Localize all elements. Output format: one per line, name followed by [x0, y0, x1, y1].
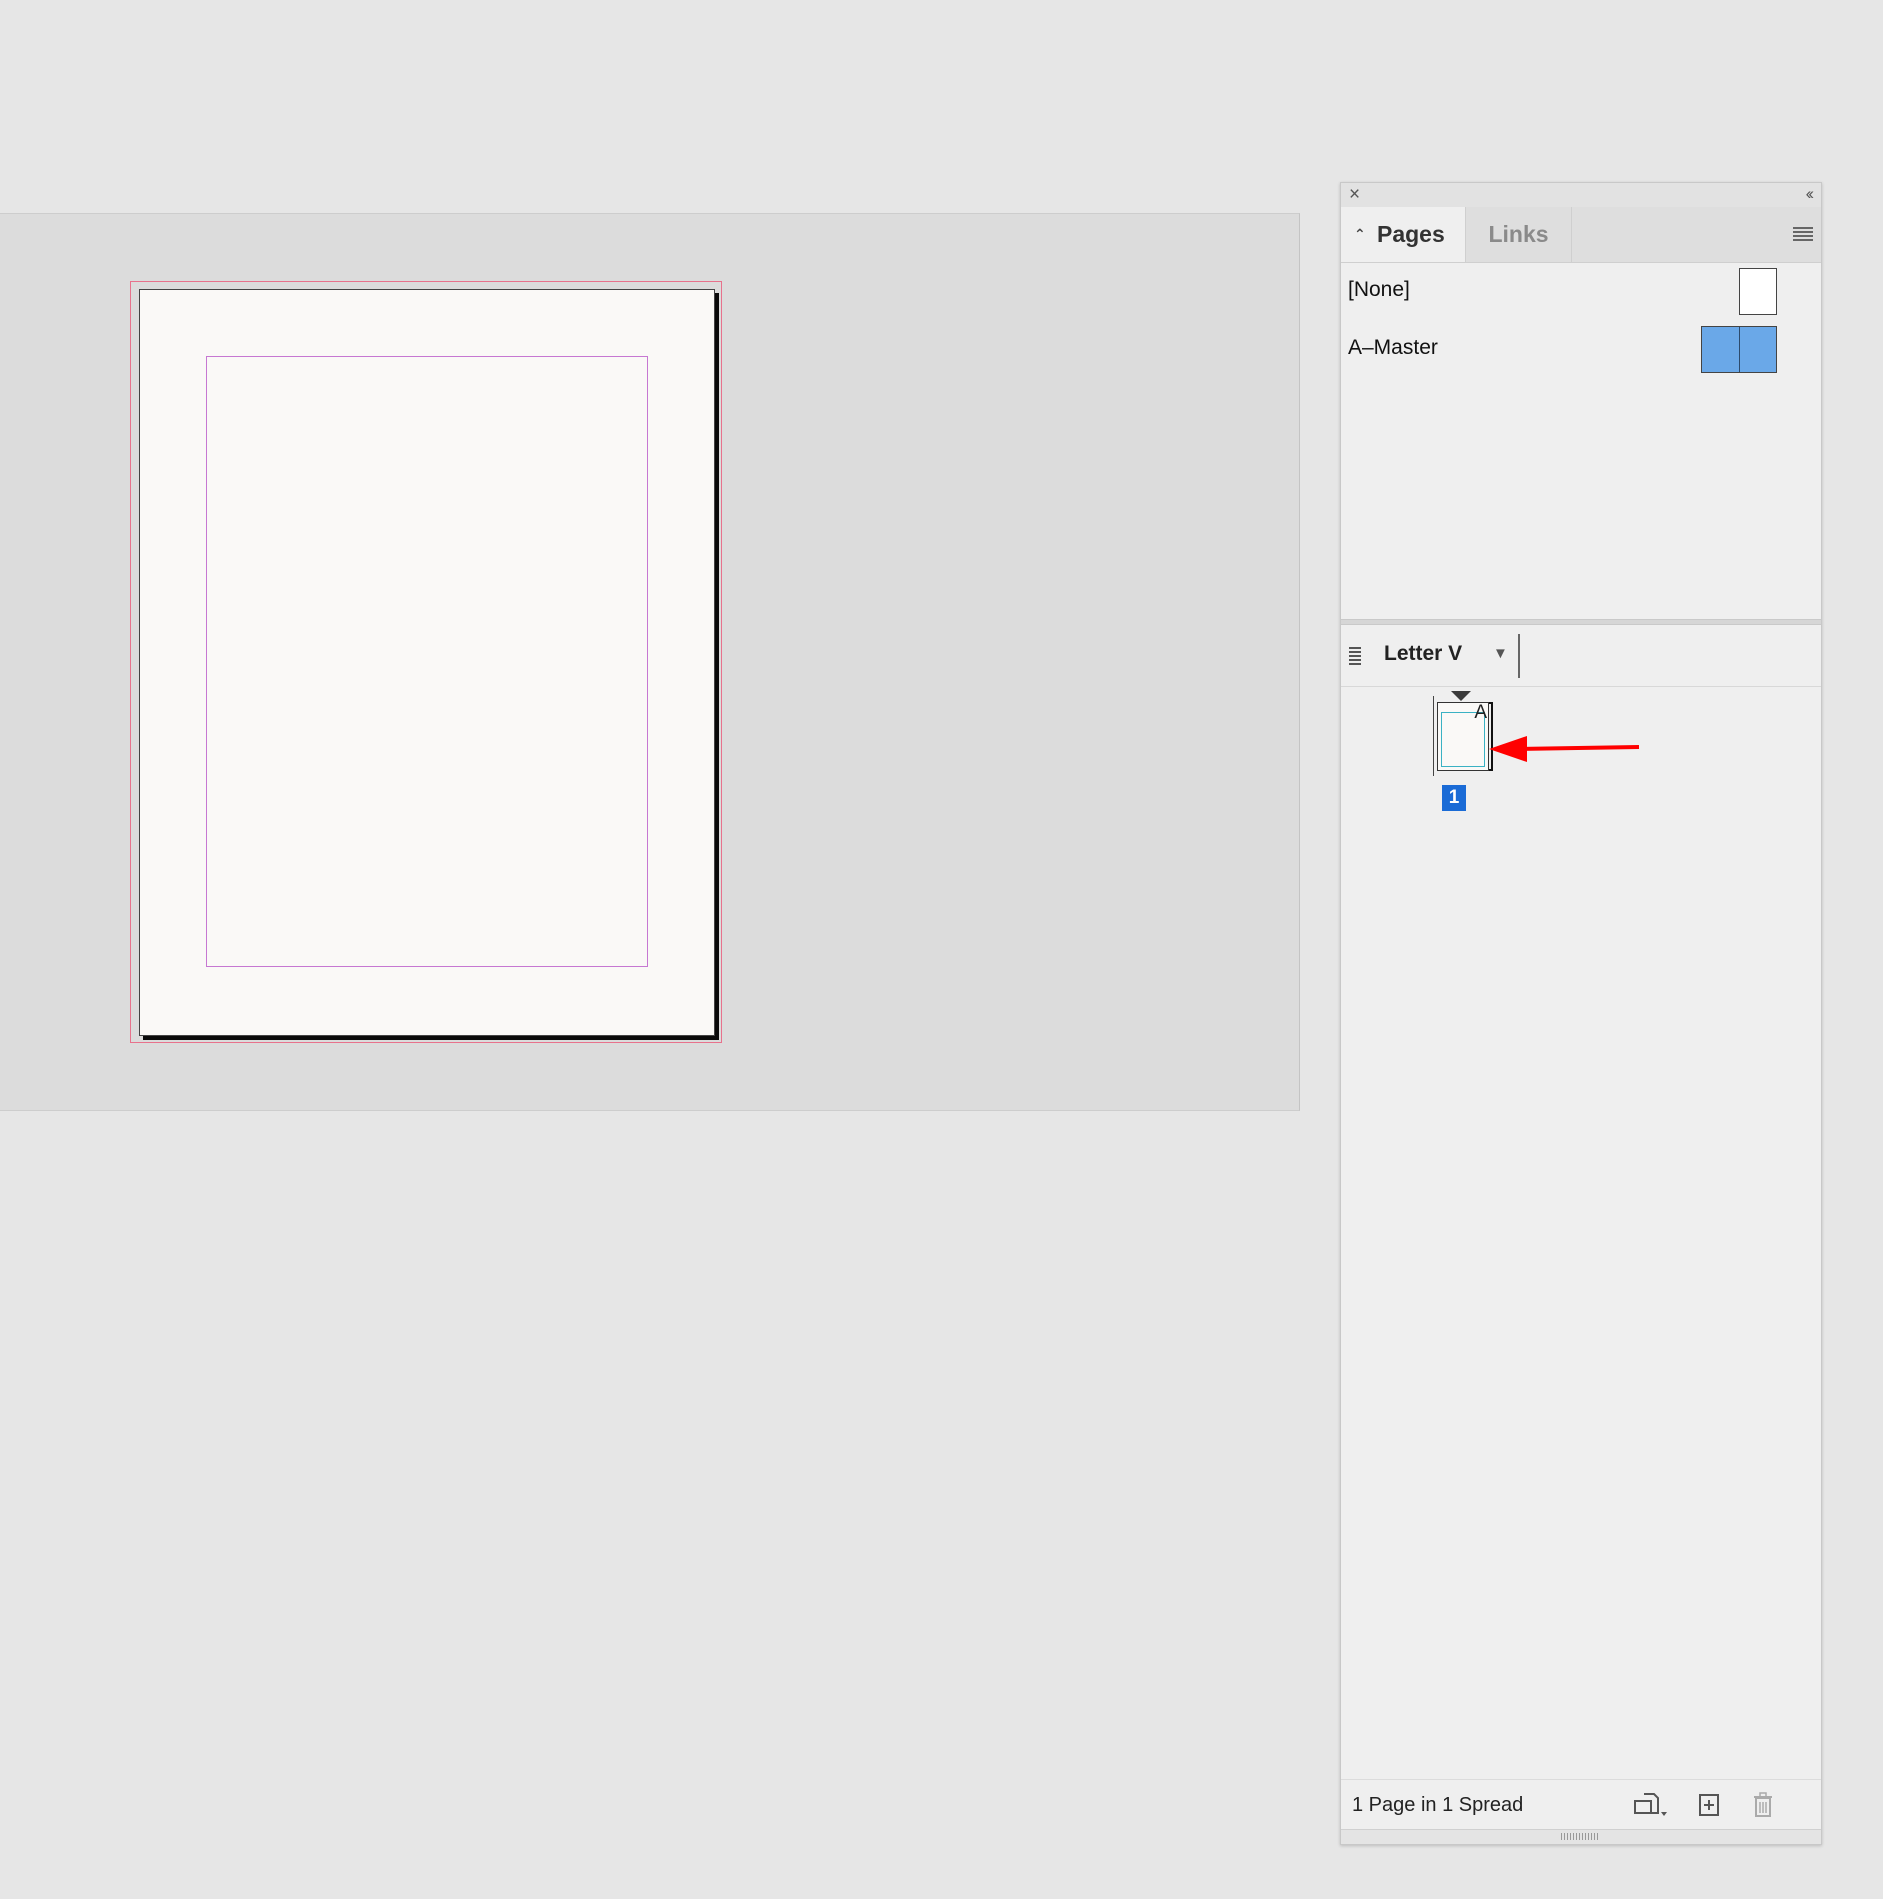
page-size-row: Letter V ▼	[1341, 624, 1821, 687]
page-size-label[interactable]: Letter V	[1384, 642, 1462, 666]
tab-links[interactable]: Links	[1466, 207, 1572, 262]
new-page-icon[interactable]	[1694, 1790, 1724, 1820]
divider	[1518, 634, 1520, 678]
collapse-icon[interactable]: ‹‹	[1806, 184, 1815, 204]
master-label: A–Master	[1348, 336, 1438, 359]
red-arrow-annotation	[1489, 736, 1640, 762]
tab-arrows-icon: ⌃	[1354, 226, 1366, 242]
page-thumbnail[interactable]: A	[1437, 702, 1489, 771]
spread-marker-icon	[1451, 691, 1471, 701]
master-prefix: A	[1474, 702, 1487, 723]
panel-resize-grip[interactable]	[1341, 1829, 1821, 1844]
master-thumbnail	[1701, 326, 1777, 373]
master-item-a-master[interactable]: A–Master	[1341, 321, 1821, 375]
master-label: [None]	[1348, 278, 1410, 301]
pages-status: 1 Page in 1 Spread	[1352, 1794, 1524, 1816]
masters-section: [None] A–Master	[1341, 263, 1821, 800]
panel-footer: 1 Page in 1 Spread	[1341, 1779, 1821, 1830]
tab-pages-label: Pages	[1377, 221, 1445, 247]
close-icon[interactable]: ×	[1349, 185, 1360, 205]
panel-titlebar[interactable]: × ‹‹	[1341, 183, 1821, 208]
page-spread: A 1	[1427, 691, 1497, 811]
trash-icon[interactable]	[1748, 1790, 1778, 1820]
edit-page-size-icon[interactable]	[1632, 1790, 1667, 1820]
panel-menu-icon[interactable]	[1793, 227, 1813, 241]
grip-lines	[1561, 1833, 1599, 1840]
margin-guide	[206, 356, 648, 967]
master-thumbnail	[1739, 268, 1777, 315]
page-number[interactable]: 1	[1442, 785, 1466, 811]
tab-links-label: Links	[1488, 221, 1549, 247]
master-item-none[interactable]: [None]	[1341, 263, 1821, 317]
panel-tabbar: ⌃ Pages Links	[1341, 207, 1821, 263]
pages-panel: × ‹‹ ⌃ Pages Links [None] A–Master Lette…	[1340, 182, 1822, 1845]
grip-icon[interactable]	[1349, 647, 1361, 665]
tab-pages[interactable]: ⌃ Pages	[1341, 207, 1466, 262]
chevron-down-icon[interactable]: ▼	[1493, 645, 1508, 662]
